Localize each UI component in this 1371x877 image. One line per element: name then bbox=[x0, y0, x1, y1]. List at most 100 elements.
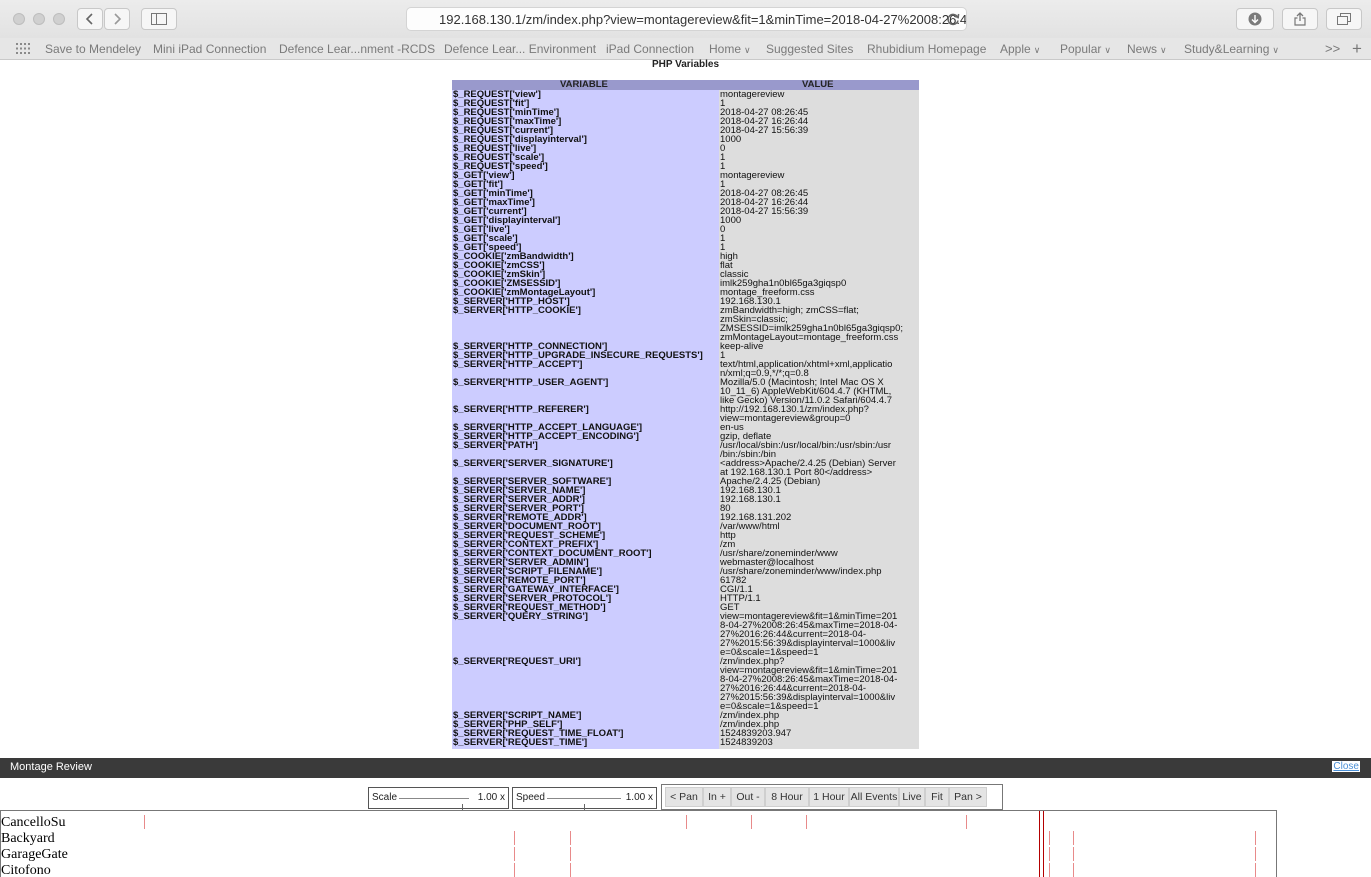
event-marker[interactable] bbox=[514, 831, 515, 845]
favorites-overflow-button[interactable]: >> bbox=[1325, 41, 1340, 56]
favorite-item[interactable]: Study&Learning ∨ bbox=[1184, 42, 1279, 56]
favorite-item[interactable]: Popular ∨ bbox=[1060, 42, 1111, 56]
speed-label: Speed bbox=[516, 792, 545, 803]
reload-icon[interactable] bbox=[945, 11, 961, 27]
event-marker[interactable] bbox=[1255, 863, 1256, 877]
variable-value: /usr/local/sbin:/usr/local/bin:/usr/sbin… bbox=[720, 440, 892, 460]
current-time-cursor[interactable] bbox=[1043, 811, 1044, 877]
close-window-button[interactable] bbox=[13, 13, 25, 25]
favorite-item[interactable]: Suggested Sites bbox=[766, 42, 853, 56]
event-marker[interactable] bbox=[1073, 863, 1074, 877]
favorite-item[interactable]: iPad Connection bbox=[606, 42, 694, 56]
event-marker[interactable] bbox=[686, 815, 687, 829]
nav-button[interactable]: In + bbox=[703, 787, 731, 807]
scale-slider[interactable] bbox=[399, 798, 469, 812]
montage-review-title: Montage Review bbox=[10, 761, 92, 773]
variable-value: montagereview bbox=[720, 170, 785, 181]
favorite-item[interactable]: News ∨ bbox=[1127, 42, 1167, 56]
zoom-window-button[interactable] bbox=[53, 13, 65, 25]
nav-button[interactable]: Live bbox=[899, 787, 925, 807]
speed-control: Speed 1.00 x bbox=[512, 787, 657, 812]
variable-name: $_SERVER['HTTP_ACCEPT'] bbox=[453, 359, 583, 370]
favorite-item[interactable]: Home ∨ bbox=[709, 42, 751, 56]
favorite-label: Study&Learning bbox=[1184, 42, 1270, 56]
scale-value: 1.00 x bbox=[477, 792, 505, 803]
nav-button[interactable]: Pan > bbox=[949, 787, 987, 807]
sidebar-button[interactable] bbox=[141, 8, 177, 30]
event-marker[interactable] bbox=[1255, 847, 1256, 861]
favorite-item[interactable]: Save to Mendeley bbox=[45, 42, 141, 56]
montage-review-header: Montage Review Close bbox=[0, 758, 1371, 778]
favorite-label: Defence Lear...nment -RCDS bbox=[279, 42, 436, 56]
minimize-window-button[interactable] bbox=[33, 13, 45, 25]
favorite-label: Save to Mendeley bbox=[45, 42, 142, 56]
variable-value: view=montagereview&fit=1&minTime=201 8-0… bbox=[720, 611, 898, 658]
event-marker[interactable] bbox=[570, 863, 571, 877]
event-marker[interactable] bbox=[1049, 831, 1050, 845]
address-text: 192.168.130.1/zm/index.php?view=montager… bbox=[439, 12, 967, 27]
tabs-button[interactable] bbox=[1326, 8, 1362, 30]
nav-button[interactable]: All Events bbox=[849, 787, 899, 807]
variable-name: $_SERVER['PATH'] bbox=[453, 440, 538, 451]
downloads-button[interactable] bbox=[1236, 8, 1274, 30]
event-marker[interactable] bbox=[144, 815, 145, 829]
event-marker[interactable] bbox=[514, 847, 515, 861]
nav-button[interactable]: 8 Hour bbox=[765, 787, 809, 807]
event-marker[interactable] bbox=[966, 815, 967, 829]
nav-button[interactable]: 1 Hour bbox=[809, 787, 849, 807]
share-button[interactable] bbox=[1282, 8, 1318, 30]
value-column-header: VALUE bbox=[802, 79, 834, 90]
back-button[interactable] bbox=[77, 8, 103, 30]
event-marker[interactable] bbox=[1073, 847, 1074, 861]
event-marker[interactable] bbox=[1073, 831, 1074, 845]
event-marker[interactable] bbox=[570, 831, 571, 845]
address-bar[interactable]: 192.168.130.1/zm/index.php?view=montager… bbox=[406, 7, 967, 31]
event-marker[interactable] bbox=[1049, 863, 1050, 877]
chevron-left-icon bbox=[85, 13, 93, 25]
event-marker[interactable] bbox=[806, 815, 807, 829]
close-link[interactable]: Close bbox=[1332, 761, 1360, 772]
favorite-label: iPad Connection bbox=[606, 42, 695, 56]
speed-slider[interactable] bbox=[547, 798, 621, 812]
variable-value: /zm/index.php? view=montagereview&fit=1&… bbox=[720, 656, 898, 712]
event-marker[interactable] bbox=[514, 863, 515, 877]
download-icon bbox=[1248, 12, 1262, 26]
variable-value: 1524839203 bbox=[720, 737, 773, 748]
monitor-label[interactable]: GarageGate bbox=[1, 847, 68, 863]
favorite-item[interactable]: Apple ∨ bbox=[1000, 42, 1040, 56]
favorite-label: News bbox=[1127, 42, 1158, 56]
nav-button[interactable]: < Pan bbox=[665, 787, 703, 807]
current-time-cursor[interactable] bbox=[1039, 811, 1040, 877]
favorite-label: Mini iPad Connection bbox=[153, 42, 267, 56]
event-marker[interactable] bbox=[570, 847, 571, 861]
grid-icon[interactable] bbox=[16, 43, 30, 54]
event-marker[interactable] bbox=[1049, 847, 1050, 861]
event-marker[interactable] bbox=[1255, 831, 1256, 845]
favorite-item[interactable]: Rhubidium Homepage bbox=[867, 42, 986, 56]
favorite-item[interactable]: Defence Lear... Environment bbox=[444, 42, 596, 56]
favorite-label: Defence Lear... Environment bbox=[444, 42, 597, 56]
nav-button[interactable]: Fit bbox=[925, 787, 949, 807]
variable-value: 0 bbox=[720, 224, 726, 235]
forward-button[interactable] bbox=[104, 8, 130, 30]
favorite-item[interactable]: Mini iPad Connection bbox=[153, 42, 266, 56]
chevron-down-icon: ∨ bbox=[1160, 45, 1167, 55]
variable-name: $_SERVER['QUERY_STRING'] bbox=[453, 611, 588, 622]
variable-name: $_SERVER['REQUEST_URI'] bbox=[453, 656, 581, 667]
share-icon bbox=[1294, 12, 1306, 26]
favorite-item[interactable]: Defence Lear...nment -RCDS bbox=[279, 42, 435, 56]
favorites-bar: Save to Mendeley Mini iPad Connection Defe… bbox=[0, 38, 1371, 60]
chevron-right-icon bbox=[114, 13, 122, 25]
variable-value: 1 bbox=[720, 233, 726, 244]
variable-value: <address>Apache/2.4.25 (Debian) Server a… bbox=[720, 458, 896, 478]
event-timeline[interactable]: CancelloSu Backyard GarageGate Citofono bbox=[0, 810, 1277, 877]
monitor-label[interactable]: Backyard bbox=[1, 831, 55, 847]
variable-name: $_SERVER['SERVER_SIGNATURE'] bbox=[453, 458, 613, 469]
monitor-label[interactable]: CancelloSu bbox=[1, 815, 66, 831]
variable-name: $_SERVER['HTTP_COOKIE'] bbox=[453, 305, 581, 316]
event-marker[interactable] bbox=[751, 815, 752, 829]
variable-value: /var/www/html bbox=[720, 521, 780, 532]
nav-button[interactable]: Out - bbox=[731, 787, 765, 807]
monitor-label[interactable]: Citofono bbox=[1, 863, 51, 877]
new-tab-button[interactable]: + bbox=[1352, 39, 1362, 59]
